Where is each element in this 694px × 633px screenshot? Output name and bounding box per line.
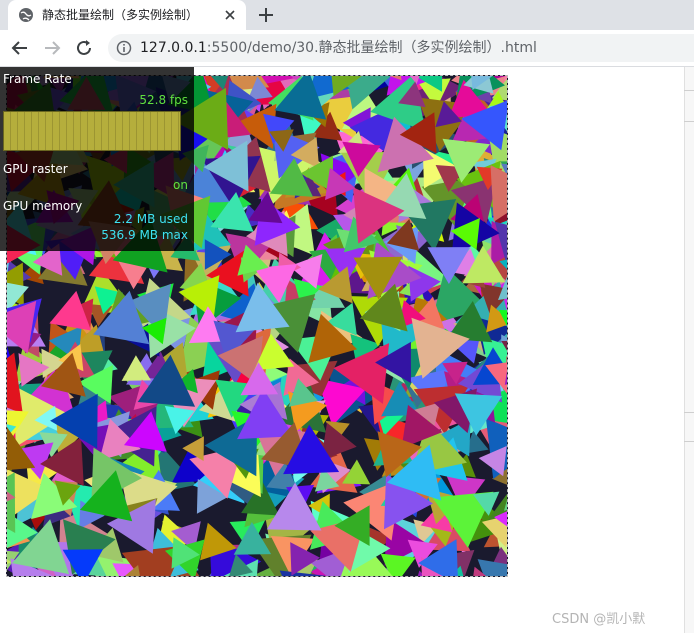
fps-meter: Frame Rate 52.8 fps GPU raster on GPU me… (0, 67, 194, 251)
info-icon[interactable] (116, 40, 132, 56)
browser-toolbar: 127.0.0.1:5500/demo/30.静态批量绘制（多实例绘制）.htm… (0, 30, 694, 67)
page-viewport: Frame Rate 52.8 fps GPU raster on GPU me… (0, 67, 684, 633)
gpu-memory-used: 2.2 MB used (113, 212, 188, 226)
back-arrow-icon[interactable] (10, 38, 30, 58)
gpu-memory-max: 536.9 MB max (101, 228, 188, 242)
fps-graph-fill (4, 112, 180, 150)
triangle-shape (7, 472, 16, 533)
close-icon[interactable] (222, 7, 238, 23)
gpu-memory-label: GPU memory (3, 199, 83, 213)
csdn-watermark: CSDN @凯小默 (552, 612, 646, 627)
url-text: 127.0.0.1:5500/demo/30.静态批量绘制（多实例绘制）.htm… (140, 40, 537, 56)
devtools-edge-divider (684, 412, 694, 442)
url-host: 127.0.0.1 (140, 40, 207, 56)
devtools-edge-divider (684, 90, 694, 122)
gpu-raster-value: on (173, 178, 188, 192)
fps-value: 52.8 fps (139, 93, 188, 107)
fps-graph (3, 111, 181, 151)
browser-tab[interactable]: 静态批量绘制（多实例绘制） (8, 0, 246, 30)
devtools-edge[interactable] (684, 67, 694, 633)
tab-title: 静态批量绘制（多实例绘制） (42, 8, 199, 22)
tab-strip: 静态批量绘制（多实例绘制） (0, 0, 694, 30)
new-tab-icon[interactable] (256, 5, 276, 25)
gpu-raster-label: GPU raster (3, 162, 68, 176)
url-path: :5500/demo/30.静态批量绘制（多实例绘制）.html (206, 40, 537, 56)
forward-arrow-icon[interactable] (42, 38, 62, 58)
frame-rate-label: Frame Rate (3, 72, 72, 86)
globe-icon (19, 8, 33, 22)
address-bar[interactable]: 127.0.0.1:5500/demo/30.静态批量绘制（多实例绘制）.htm… (108, 34, 694, 62)
reload-icon[interactable] (74, 38, 94, 58)
